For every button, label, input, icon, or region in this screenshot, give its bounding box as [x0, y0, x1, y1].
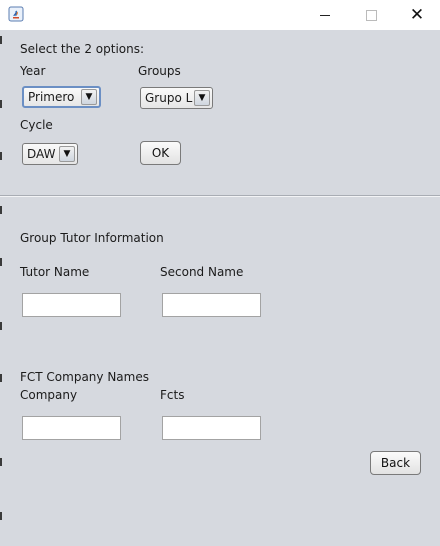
back-button[interactable]: Back: [370, 451, 421, 475]
window-edge-mark: [0, 100, 2, 108]
company-label: Company: [20, 388, 78, 402]
fcts-label: Fcts: [160, 388, 185, 402]
minimize-button[interactable]: [302, 0, 348, 30]
close-button[interactable]: ✕: [394, 0, 440, 30]
window-edge-mark: [0, 258, 2, 266]
groups-label: Groups: [138, 64, 181, 78]
section-divider: [0, 195, 440, 197]
year-label: Year: [20, 64, 46, 78]
tutor-name-field[interactable]: [22, 293, 121, 317]
java-icon: [8, 6, 24, 22]
fcts-field[interactable]: [162, 416, 261, 440]
window-edge-mark: [0, 152, 2, 160]
chevron-down-icon[interactable]: ▼: [59, 146, 75, 162]
groups-select-value: Grupo L: [145, 91, 193, 105]
ok-button[interactable]: OK: [140, 141, 181, 165]
tutor-section-title: Group Tutor Information: [20, 231, 164, 245]
groups-select[interactable]: Grupo L ▼: [140, 87, 213, 109]
instruction-label: Select the 2 options:: [20, 42, 145, 56]
close-icon: ✕: [409, 4, 425, 25]
window-edge-mark: [0, 512, 2, 520]
minimize-icon: [320, 14, 330, 16]
second-name-label: Second Name: [160, 265, 244, 279]
window-edge-mark: [0, 36, 2, 44]
cycle-select-value: DAW: [27, 147, 56, 161]
window-edge-mark: [0, 322, 2, 330]
cycle-select[interactable]: DAW ▼: [22, 143, 78, 165]
window-edge-mark: [0, 458, 2, 466]
tutor-name-label: Tutor Name: [20, 265, 90, 279]
main-panel: Select the 2 options: Year Groups Primer…: [0, 30, 440, 546]
year-select-value: Primero: [28, 90, 75, 104]
year-select[interactable]: Primero ▼: [22, 86, 101, 108]
second-name-field[interactable]: [162, 293, 261, 317]
maximize-button[interactable]: [348, 0, 394, 30]
fct-section-title: FCT Company Names: [20, 370, 149, 384]
company-field[interactable]: [22, 416, 121, 440]
title-bar[interactable]: ✕: [0, 0, 440, 30]
maximize-icon: [365, 9, 377, 21]
cycle-label: Cycle: [20, 118, 53, 132]
chevron-down-icon[interactable]: ▼: [194, 90, 210, 106]
window-edge-mark: [0, 374, 2, 382]
chevron-down-icon[interactable]: ▼: [81, 89, 97, 105]
window-edge-mark: [0, 206, 2, 214]
